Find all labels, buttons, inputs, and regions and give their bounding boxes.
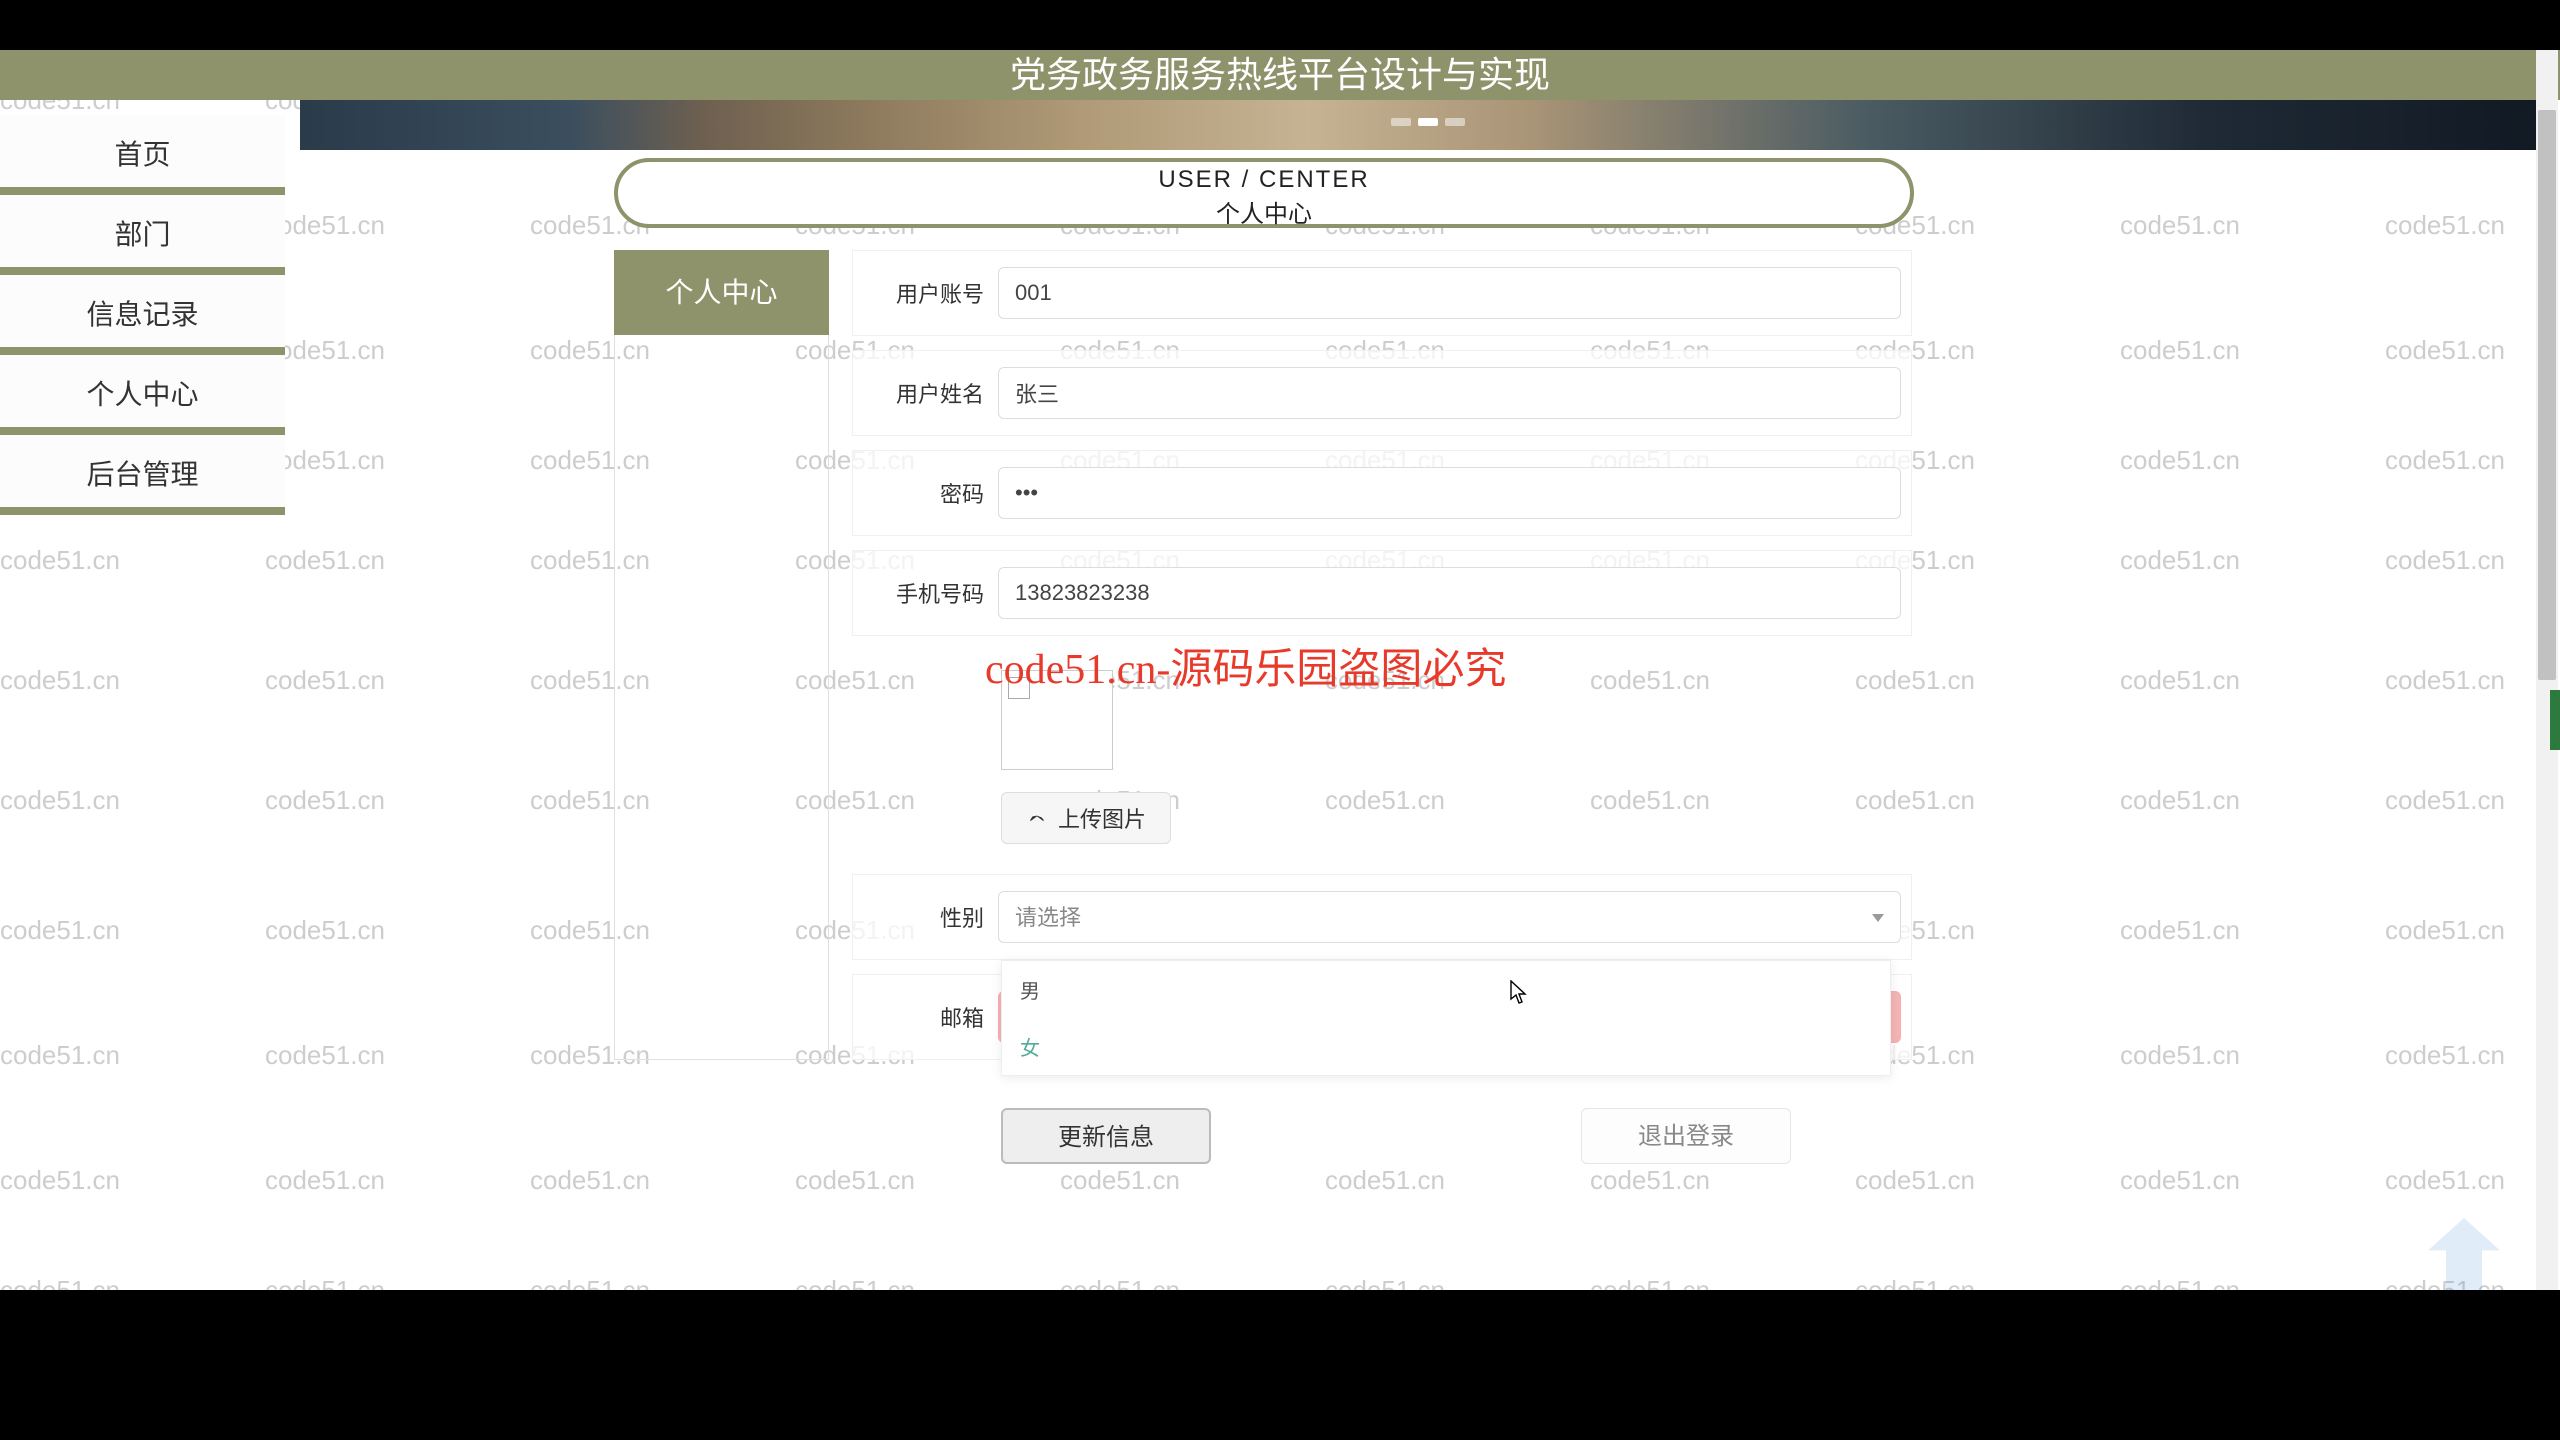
gender-option-male[interactable]: 男 [1002,961,1890,1018]
page-title: 党务政务服务热线平台设计与实现 [1010,54,1550,95]
carousel-dot[interactable] [1445,118,1465,126]
sidebar-item-label: 个人中心 [86,379,198,410]
cursor-icon [1510,980,1528,1006]
carousel-dot[interactable] [1391,118,1411,126]
sidebar-item-label: 信息记录 [86,299,198,330]
tab-label: 个人中心 [665,277,777,308]
scrollbar-thumb[interactable] [2538,110,2556,680]
sidebar-item-user-center[interactable]: 个人中心 [0,355,285,435]
scrollbar[interactable] [2536,50,2558,1290]
section-heading-en: USER / CENTER [618,166,1910,194]
red-watermark: code51.cn-源码乐园盗图必究 [985,635,1506,696]
sidebar: 首页 部门 信息记录 个人中心 后台管理 [0,115,300,515]
carousel-dot[interactable] [1418,118,1438,126]
upload-icon [1026,810,1048,826]
field-row-name: 用户姓名 [852,350,1912,436]
field-row-account: 用户账号 [852,250,1912,336]
sidebar-item-department[interactable]: 部门 [0,195,285,275]
gender-option-female[interactable]: 女 [1002,1018,1890,1075]
section-heading: USER / CENTER 个人中心 [614,158,1914,228]
update-button[interactable]: 更新信息 [1001,1108,1211,1164]
scroll-position-marker [2550,690,2560,750]
field-row-phone: 手机号码 [852,550,1912,636]
logout-button[interactable]: 退出登录 [1581,1108,1791,1164]
tab-panel [614,250,829,1060]
label-email: 邮箱 [863,1001,998,1033]
sidebar-item-label: 后台管理 [86,459,198,490]
upload-button[interactable]: 上传图片 [1001,792,1171,844]
sidebar-item-records[interactable]: 信息记录 [0,275,285,355]
account-input[interactable] [998,267,1901,319]
back-to-top-icon[interactable] [2428,1218,2500,1290]
gender-dropdown[interactable]: 男 女 [1001,960,1891,1076]
label-name: 用户姓名 [863,377,998,409]
phone-input[interactable] [998,567,1901,619]
label-password: 密码 [863,477,998,509]
name-input[interactable] [998,367,1901,419]
field-row-gender: 性别 请选择 [852,874,1912,960]
label-gender: 性别 [863,901,998,933]
label-phone: 手机号码 [863,577,998,609]
field-row-password: 密码 [852,450,1912,536]
content-card: 个人中心 用户账号 用户姓名 密码 手机号码 [614,250,1914,1190]
sidebar-item-admin[interactable]: 后台管理 [0,435,285,515]
sidebar-item-label: 首页 [114,139,170,170]
app-viewport: code51.cncode51.cncode51.cncode51.cncode… [0,50,2560,1290]
tab-user-center[interactable]: 个人中心 [614,250,829,335]
password-input[interactable] [998,467,1901,519]
action-row: 更新信息 退出登录 [1001,1108,1791,1164]
sidebar-item-home[interactable]: 首页 [0,115,285,195]
carousel-dots[interactable] [1391,118,1465,126]
section-heading-cn: 个人中心 [618,194,1910,229]
gender-select[interactable]: 请选择 [998,891,1901,943]
label-account: 用户账号 [863,277,998,309]
hero-banner [300,100,2540,150]
page-header: 党务政务服务热线平台设计与实现 [0,50,2560,100]
gender-placeholder: 请选择 [1015,905,1081,930]
upload-label: 上传图片 [1058,802,1146,834]
sidebar-item-label: 部门 [114,219,170,250]
